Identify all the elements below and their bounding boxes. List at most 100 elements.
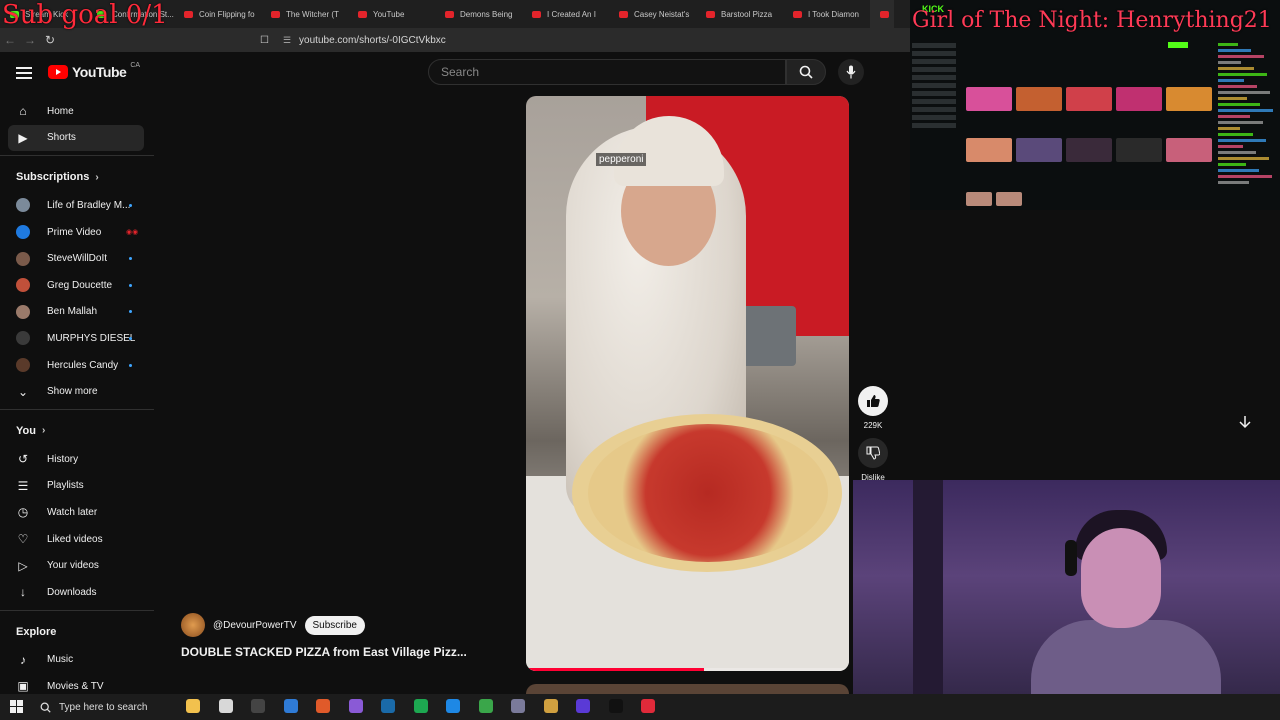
sidebar-subscription-item[interactable]: MURPHYS DIESEL: [0, 325, 155, 352]
voice-search-button[interactable]: [838, 59, 864, 85]
site-info-icon[interactable]: ☰: [283, 35, 291, 46]
tab-favicon-icon: [184, 10, 193, 18]
video-progress-bar[interactable]: [526, 668, 849, 671]
short-video-player[interactable]: pepperoni: [526, 96, 849, 671]
like-button[interactable]: 229K: [858, 386, 888, 430]
taskbar-app-icon[interactable]: [413, 699, 428, 713]
kick-sidebar-row: [912, 107, 956, 112]
sidebar-subscription-item[interactable]: SteveWillDoIt: [0, 245, 155, 272]
kick-chat-line: [1218, 157, 1269, 160]
subscription-label: Hercules Candy: [47, 359, 119, 371]
history-icon: ↺: [17, 452, 29, 467]
kick-category-thumbnail: [996, 192, 1022, 206]
menu-icon[interactable]: [16, 64, 32, 82]
watch-later-icon: ◷: [17, 505, 29, 520]
taskbar-app-icon[interactable]: [511, 699, 525, 713]
sidebar-subscription-item[interactable]: Life of Bradley M...: [0, 192, 155, 219]
channel-avatar: [16, 304, 30, 319]
kick-clip-thumbnail: [1166, 138, 1212, 162]
kick-chat-line: [1218, 85, 1257, 88]
sidebar-subscription-item[interactable]: Hercules Candy: [0, 352, 155, 379]
kick-sidebar: [912, 40, 960, 140]
browser-tab[interactable]: Coin Flipping fo: [174, 0, 261, 28]
sub-goal-overlay: Sub goal 0/1: [2, 0, 168, 30]
taskbar-app-icon[interactable]: [218, 699, 233, 713]
sidebar: ⌂ Home ▶ Shorts Subscriptions › Life of Bradle…: [0, 98, 155, 700]
dislike-icon: [858, 438, 888, 468]
channel-avatar[interactable]: [181, 613, 205, 637]
sidebar-item-your-videos[interactable]: ▷ Your videos: [0, 552, 155, 579]
kick-clip-thumbnail: [1016, 138, 1062, 162]
tab-favicon-icon: [445, 10, 454, 18]
sidebar-item-home[interactable]: ⌂ Home: [0, 98, 155, 125]
kick-stream-thumbnail: [966, 87, 1012, 111]
browser-tab[interactable]: Casey Neistat's: [609, 0, 696, 28]
forward-icon[interactable]: →: [20, 33, 40, 47]
reload-icon[interactable]: ↻: [40, 33, 60, 47]
sidebar-item-history[interactable]: ↺ History: [0, 446, 155, 473]
url-text[interactable]: youtube.com/shorts/-0IGCtVkbxc: [299, 35, 446, 46]
kick-clip-thumbnail: [966, 138, 1012, 162]
kick-stream-thumbnail: [1116, 87, 1162, 111]
browser-tab[interactable]: I Took Diamon: [783, 0, 870, 28]
taskbar-app-icon[interactable]: [608, 699, 623, 713]
sidebar-subscription-item[interactable]: Prime Video ◉◉: [0, 219, 155, 246]
mic-icon: [846, 65, 856, 79]
sidebar-item-label: Liked videos: [47, 533, 103, 545]
channel-info: @DevourPowerTV Subscribe: [181, 613, 365, 637]
address-bar: ← → ↻ ☐ ☰ youtube.com/shorts/-0IGCtVkbxc: [0, 28, 910, 52]
taskbar-app-icon[interactable]: [316, 699, 330, 713]
subscribe-button[interactable]: Subscribe: [304, 615, 365, 635]
taskbar-app-icon[interactable]: [641, 699, 655, 713]
browser-tab[interactable]: YouTube: [348, 0, 435, 28]
new-content-dot: [129, 257, 132, 261]
browser-tab-active[interactable]: [870, 0, 894, 28]
next-short-button[interactable]: [1232, 409, 1258, 435]
taskbar-app-icon[interactable]: [543, 699, 558, 713]
browser-tab[interactable]: Demons Being: [435, 0, 522, 28]
taskbar-app-icon[interactable]: [576, 699, 590, 713]
back-icon[interactable]: ←: [0, 33, 20, 47]
show-more-button[interactable]: ⌄ Show more: [0, 378, 155, 405]
channel-name[interactable]: @DevourPowerTV: [213, 620, 297, 631]
downloads-icon: ↓: [20, 585, 26, 600]
channel-avatar: [16, 225, 30, 240]
taskbar-app-icon[interactable]: [478, 699, 493, 713]
short-title[interactable]: DOUBLE STACKED PIZZA from East Village P…: [181, 645, 467, 659]
sidebar-subscription-item[interactable]: Greg Doucette: [0, 272, 155, 299]
sidebar-item-liked-videos[interactable]: ♡ Liked videos: [0, 526, 155, 553]
dislike-button[interactable]: Dislike: [858, 438, 888, 482]
webcam-headset: [1065, 540, 1077, 576]
video-caption: pepperoni: [596, 153, 647, 166]
taskbar-app-icon[interactable]: [446, 699, 460, 713]
subscriptions-heading-label: Subscriptions: [16, 171, 90, 184]
new-content-dot: [129, 310, 132, 314]
sidebar-item-downloads[interactable]: ↓ Downloads: [0, 579, 155, 606]
taskbar-app-icon[interactable]: [251, 699, 265, 713]
sidebar-subscription-item[interactable]: Ben Mallah: [0, 299, 155, 326]
browser-tab[interactable]: The Witcher (T: [261, 0, 348, 28]
taskbar-app-icon[interactable]: [186, 699, 200, 713]
sidebar-item-music[interactable]: ♪ Music: [0, 647, 155, 674]
sidebar-item-watch-later[interactable]: ◷ Watch later: [0, 499, 155, 526]
sidebar-divider: [0, 155, 154, 157]
kick-chat: [1218, 40, 1276, 200]
tab-label: YouTube: [373, 9, 405, 19]
browser-tab[interactable]: Barstool Pizza: [696, 0, 783, 28]
subscriptions-heading[interactable]: Subscriptions ›: [0, 162, 155, 192]
taskbar-app-icon[interactable]: [348, 699, 363, 713]
taskbar-app-icon[interactable]: [283, 699, 298, 713]
kick-chat-line: [1218, 79, 1244, 82]
explore-heading-label: Explore: [16, 625, 57, 638]
you-heading[interactable]: You ›: [0, 416, 155, 446]
sidebar-item-shorts[interactable]: ▶ Shorts: [8, 124, 144, 152]
browser-tab[interactable]: I Created An I: [522, 0, 609, 28]
search-input[interactable]: Search: [428, 59, 786, 85]
windows-start-icon[interactable]: [10, 700, 24, 714]
youtube-logo[interactable]: YouTube CA: [48, 62, 140, 80]
kick-sidebar-row: [912, 43, 956, 48]
taskbar-app-icon[interactable]: [381, 699, 395, 713]
search-button[interactable]: [786, 59, 826, 85]
sidebar-item-playlists[interactable]: ☰ Playlists: [0, 473, 155, 500]
bookmark-icon[interactable]: ☐: [260, 35, 269, 46]
